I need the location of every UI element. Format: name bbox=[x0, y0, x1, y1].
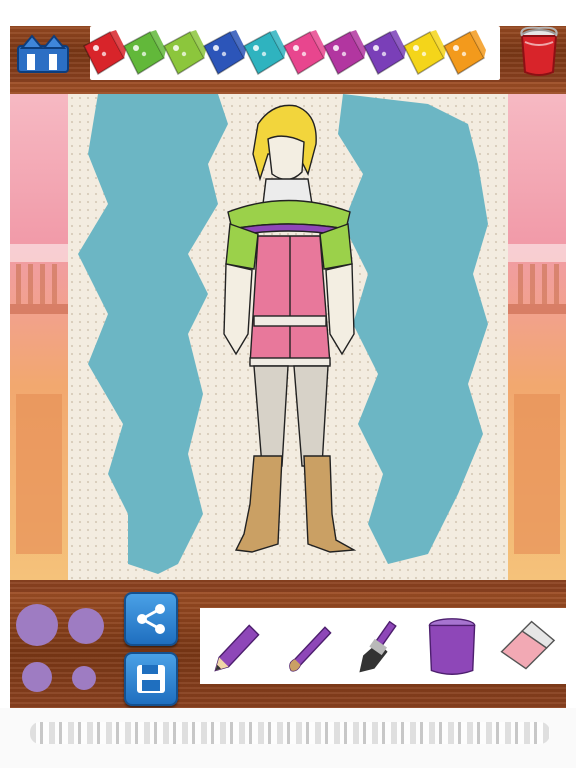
home-icon bbox=[17, 34, 69, 73]
share-icon bbox=[137, 604, 165, 634]
decorative-scribble bbox=[30, 722, 550, 744]
home-button[interactable] bbox=[16, 32, 70, 74]
save-button[interactable] bbox=[124, 652, 178, 706]
bottom-toolbar bbox=[10, 592, 566, 712]
background-scene-right bbox=[508, 94, 566, 580]
paint-bucket-button[interactable] bbox=[516, 24, 562, 78]
coloring-canvas[interactable] bbox=[68, 94, 508, 580]
pencil-icon bbox=[214, 624, 260, 672]
brush-size-medium[interactable] bbox=[68, 608, 104, 644]
color-orange[interactable] bbox=[440, 28, 488, 78]
character bbox=[223, 104, 357, 553]
tools-panel bbox=[200, 608, 566, 684]
wide-brush-tool[interactable] bbox=[350, 612, 412, 682]
fill-bucket-icon bbox=[428, 618, 476, 675]
top-bar bbox=[10, 22, 566, 82]
fill-bucket-tool[interactable] bbox=[422, 612, 484, 682]
wide-brush-icon bbox=[359, 620, 397, 673]
share-button[interactable] bbox=[124, 592, 178, 646]
crayon-icon bbox=[443, 30, 486, 76]
drawing-area bbox=[10, 82, 566, 592]
pencil-tool[interactable] bbox=[206, 612, 268, 682]
frame-border-top bbox=[0, 0, 576, 26]
app-frame bbox=[0, 0, 576, 768]
brush-icon bbox=[289, 626, 332, 672]
frame-border-bottom bbox=[0, 708, 576, 768]
eraser-tool[interactable] bbox=[494, 612, 556, 682]
paint-bucket-icon bbox=[520, 26, 558, 76]
brush-tool[interactable] bbox=[278, 612, 340, 682]
brush-size-tiny[interactable] bbox=[72, 666, 96, 690]
brush-size-large[interactable] bbox=[16, 604, 58, 646]
color-palette bbox=[83, 26, 500, 80]
eraser-icon bbox=[500, 620, 556, 670]
coloring-page-character bbox=[78, 94, 488, 574]
save-icon bbox=[137, 665, 165, 693]
brush-size-small[interactable] bbox=[22, 662, 52, 692]
background-scene-left bbox=[10, 94, 68, 580]
